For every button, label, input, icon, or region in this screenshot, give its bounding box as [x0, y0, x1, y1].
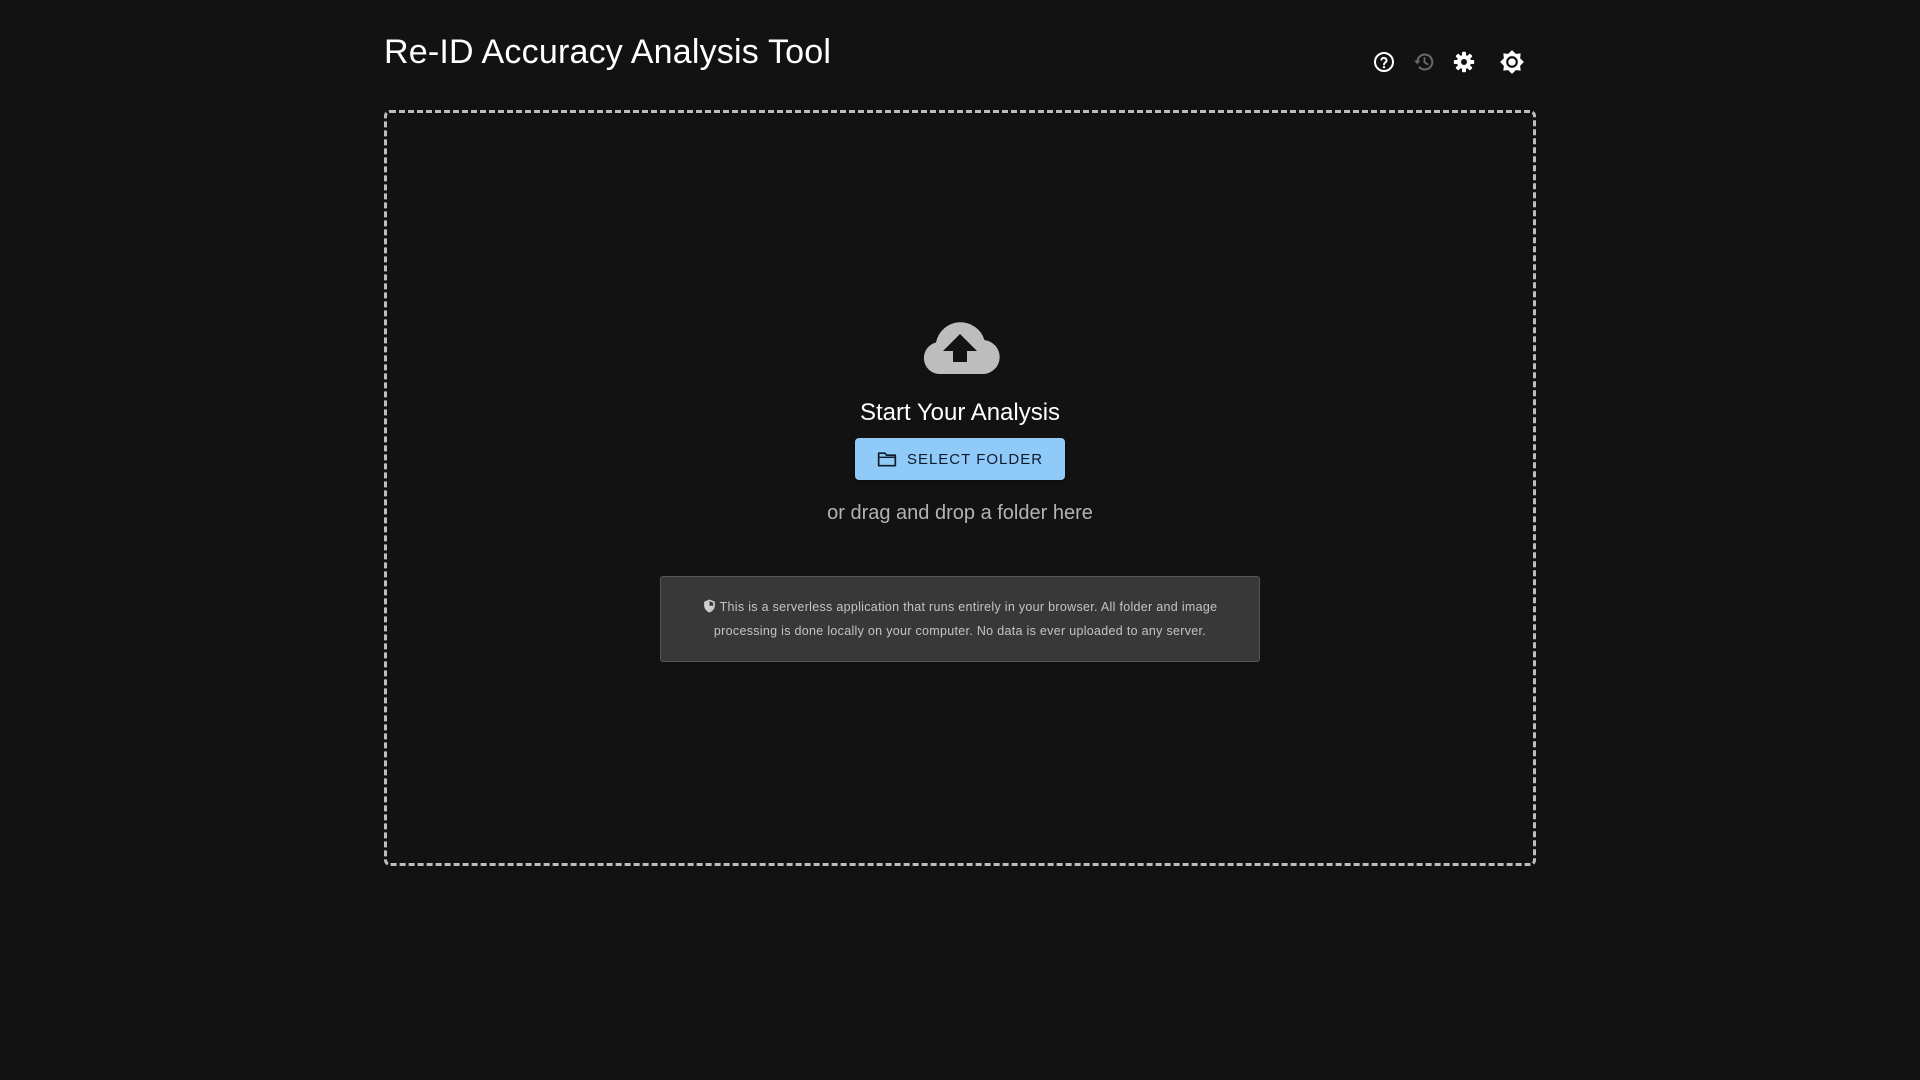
theme-toggle-button[interactable]: [1492, 42, 1532, 82]
dropzone-heading: Start Your Analysis: [859, 399, 1061, 426]
gear-icon: [1453, 51, 1475, 73]
folder-dropzone[interactable]: Start Your Analysis Select Folder or dra…: [384, 110, 1536, 866]
shield-icon: [703, 599, 715, 613]
folder-icon: [877, 452, 897, 467]
help-circle-icon: [1374, 52, 1394, 72]
settings-button[interactable]: [1444, 42, 1484, 82]
privacy-text: This is a serverless application that ru…: [713, 600, 1218, 638]
brightness-icon: [1500, 50, 1524, 74]
header-toolbar: [1364, 42, 1532, 82]
privacy-notice: This is a serverless application that ru…: [660, 576, 1260, 662]
page-title: Re-ID Accuracy Analysis Tool: [384, 33, 832, 71]
app-header: Re-ID Accuracy Analysis Tool: [384, 28, 1536, 92]
app-root: Re-ID Accuracy Analysis Tool Start Your …: [0, 0, 1920, 1080]
select-folder-button[interactable]: Select Folder: [854, 438, 1066, 480]
dropzone-content: Start Your Analysis Select Folder or dra…: [387, 318, 1533, 662]
cloud-upload-icon: [923, 322, 1000, 374]
history-icon: [1414, 53, 1434, 71]
select-folder-label: Select Folder: [906, 450, 1044, 468]
drag-drop-hint: or drag and drop a folder here: [827, 502, 1093, 524]
help-button[interactable]: [1364, 42, 1404, 82]
history-button[interactable]: [1404, 42, 1444, 82]
